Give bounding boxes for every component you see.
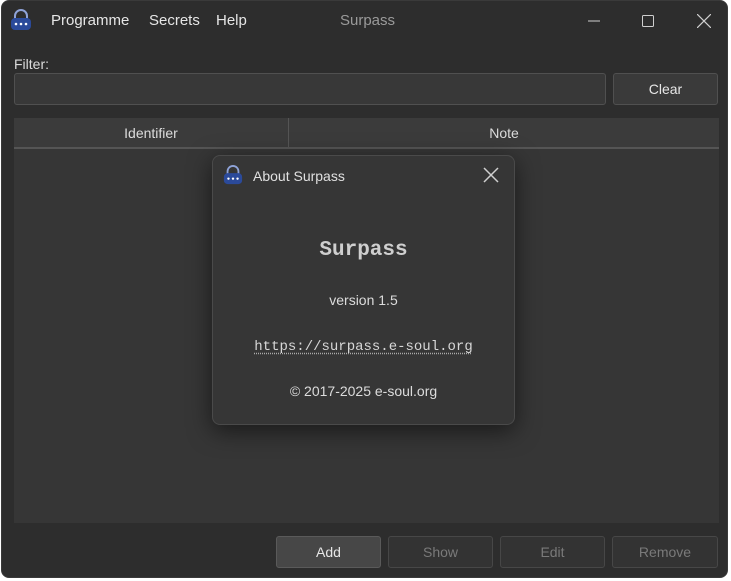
close-icon[interactable] bbox=[482, 166, 500, 184]
show-button[interactable]: Show bbox=[388, 536, 493, 568]
maximize-button[interactable] bbox=[625, 1, 671, 41]
padlock-app-icon bbox=[11, 9, 31, 30]
app-name: Surpass bbox=[319, 239, 408, 262]
minimize-icon bbox=[588, 20, 600, 22]
close-button[interactable] bbox=[681, 1, 727, 41]
version-text: version 1.5 bbox=[329, 292, 398, 308]
website-link[interactable]: https://surpass.e-soul.org bbox=[213, 339, 514, 355]
column-header-note[interactable]: Note bbox=[289, 118, 719, 147]
add-button[interactable]: Add bbox=[276, 536, 381, 568]
clear-button[interactable]: Clear bbox=[613, 73, 718, 105]
padlock-app-icon bbox=[223, 165, 243, 185]
about-dialog: About Surpass Surpass version 1.5 https:… bbox=[212, 155, 515, 425]
menu-secrets[interactable]: Secrets bbox=[149, 12, 200, 29]
menu-programme[interactable]: Programme bbox=[51, 12, 129, 29]
filter-label: Filter: bbox=[14, 56, 49, 72]
title-bar: Programme Secrets Help Surpass bbox=[2, 1, 727, 41]
edit-button[interactable]: Edit bbox=[500, 536, 605, 568]
filter-input[interactable] bbox=[14, 73, 606, 105]
copyright-text: © 2017-2025 e-soul.org bbox=[289, 383, 438, 399]
maximize-icon bbox=[642, 15, 654, 27]
table-header: Identifier Note bbox=[14, 118, 719, 149]
minimize-button[interactable] bbox=[571, 1, 617, 41]
dialog-title: About Surpass bbox=[253, 168, 345, 184]
remove-button[interactable]: Remove bbox=[612, 536, 718, 568]
column-header-identifier[interactable]: Identifier bbox=[14, 118, 288, 147]
menu-help[interactable]: Help bbox=[216, 12, 247, 29]
window-title: Surpass bbox=[340, 12, 396, 29]
close-icon bbox=[697, 14, 711, 28]
website-link-text[interactable]: https://surpass.e-soul.org bbox=[254, 339, 472, 355]
